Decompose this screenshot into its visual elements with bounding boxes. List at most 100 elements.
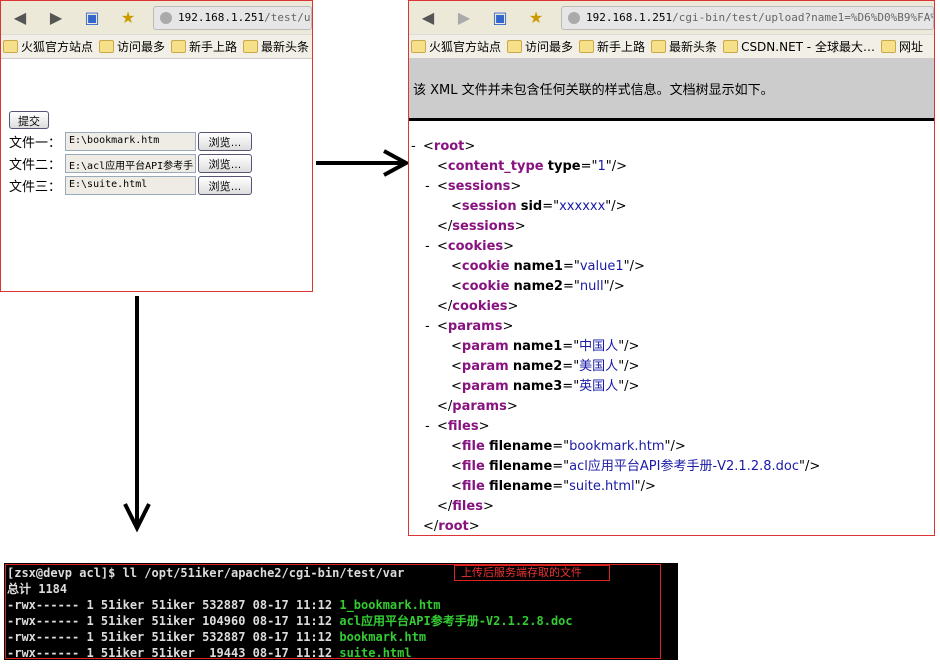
xml-result-browser: ◀ ▶ ▣ ★ 192.168.1.251/cgi-bin/test/uploa…: [408, 0, 935, 536]
xml-attr-name: filename: [488, 459, 553, 474]
bookmark-item[interactable]: 新手上路: [579, 38, 645, 55]
xml-tag: session: [461, 199, 517, 214]
xml-punct: <: [451, 259, 462, 274]
xml-line: <param name3="英国人"/>: [409, 377, 934, 397]
url-host: 192.168.1.251: [178, 11, 265, 24]
bookmark-item[interactable]: 最新头条: [243, 38, 309, 55]
file-label: 文件三：: [9, 180, 62, 195]
xml-punct: >: [510, 179, 522, 194]
xml-punct: =": [562, 279, 580, 294]
xml-punct: <: [437, 159, 448, 174]
xml-punct: <: [451, 279, 462, 294]
submit-button[interactable]: 提交: [9, 111, 49, 129]
bookmark-item[interactable]: 网址: [880, 38, 923, 55]
xml-tag: cookies: [452, 299, 508, 314]
xml-punct: <: [437, 419, 448, 434]
collapse-toggle[interactable]: -: [425, 317, 430, 337]
bookmark-item[interactable]: 火狐官方站点: [3, 38, 93, 55]
xml-attr-value: acl应用平台API参考手册-V2.1.2.8.doc: [569, 459, 799, 474]
xml-punct: <: [451, 359, 462, 374]
bookmark-label: 新手上路: [189, 40, 238, 54]
bookmark-label: 火狐官方站点: [21, 40, 94, 54]
bookmark-icon: [99, 40, 115, 53]
xml-tag: params: [447, 319, 503, 334]
arrow-right: [316, 149, 410, 177]
xml-punct: />: [611, 159, 627, 174]
xml-punct: =": [562, 379, 580, 394]
star-icon[interactable]: ★: [525, 8, 547, 27]
xml-attr-value: 1: [597, 159, 606, 174]
xml-line: - <root>: [409, 137, 934, 157]
xml-punct: =": [552, 479, 570, 494]
xml-line: <content_type type="1"/>: [409, 157, 934, 177]
xml-tag: file: [461, 479, 485, 494]
bookmark-item[interactable]: 火狐官方站点: [411, 38, 501, 55]
xml-attr-name: filename: [488, 439, 553, 454]
bookmark-label: 网址: [898, 40, 923, 54]
thunderbird-icon[interactable]: ▣: [81, 8, 103, 27]
xml-punct: <: [437, 319, 448, 334]
collapse-toggle[interactable]: -: [425, 177, 430, 197]
bookmark-icon: [723, 40, 739, 53]
xml-punct: <: [451, 339, 462, 354]
star-icon[interactable]: ★: [117, 8, 139, 27]
xml-punct: <: [451, 459, 462, 474]
browse-button[interactable]: 浏览…: [198, 132, 252, 151]
xml-punct: </: [423, 519, 439, 534]
bookmark-item[interactable]: 访问最多: [507, 38, 573, 55]
bookmark-item[interactable]: 新手上路: [171, 38, 237, 55]
xml-line: - <params>: [409, 317, 934, 337]
url-bar[interactable]: 192.168.1.251/cgi-bin/test/upload?name1=…: [561, 5, 934, 30]
xml-style-message: 该 XML 文件并未包含任何关联的样式信息。文档树显示如下。: [409, 59, 934, 121]
xml-punct: >: [502, 319, 514, 334]
xml-attr-value: value1: [579, 259, 624, 274]
file-row: 文件三： E:\suite.html 浏览…: [9, 176, 252, 195]
xml-punct: >: [468, 519, 480, 534]
nav-bar: ◀ ▶ ▣ ★ 192.168.1.251/cgi-bin/test/uploa…: [409, 1, 934, 35]
xml-tag: root: [438, 519, 469, 534]
url-path: /test/uplo: [264, 11, 311, 24]
xml-attr-name: filename: [488, 479, 553, 494]
back-icon[interactable]: ◀: [9, 8, 31, 27]
forward-icon[interactable]: ▶: [453, 8, 475, 27]
xml-attr-name: name2: [512, 359, 563, 374]
xml-attr-name: name2: [513, 279, 563, 294]
xml-tag: root: [433, 139, 465, 154]
collapse-toggle[interactable]: -: [411, 137, 416, 157]
bookmark-item[interactable]: CSDN.NET - 全球最大…: [723, 38, 875, 55]
xml-tree: - <root> <content_type type="1"/> - <session…: [409, 121, 934, 535]
url-bar[interactable]: 192.168.1.251/test/uplo: [153, 5, 312, 30]
xml-punct: />: [629, 259, 645, 274]
back-icon[interactable]: ◀: [417, 8, 439, 27]
bookmark-icon: [243, 40, 259, 53]
upload-form-browser: ◀ ▶ ▣ ★ 192.168.1.251/test/uplo 火狐官方站点 访问…: [0, 0, 313, 292]
xml-line: <session sid="xxxxxx"/>: [409, 197, 934, 217]
xml-tag: cookie: [461, 259, 510, 274]
xml-attr-value: xxxxxx: [559, 199, 606, 214]
collapse-toggle[interactable]: -: [425, 417, 430, 437]
bookmark-label: CSDN.NET - 全球最大…: [741, 40, 875, 54]
xml-punct: />: [624, 339, 640, 354]
browse-button[interactable]: 浏览…: [198, 154, 252, 173]
thunderbird-icon[interactable]: ▣: [489, 8, 511, 27]
collapse-toggle[interactable]: -: [425, 237, 430, 257]
file-label: 文件二：: [9, 158, 62, 173]
forward-icon[interactable]: ▶: [45, 8, 67, 27]
file-input[interactable]: E:\acl应用平台API参考手: [65, 154, 196, 173]
xml-tag: files: [452, 499, 483, 514]
file-input[interactable]: E:\bookmark.htm: [65, 132, 196, 151]
bookmark-item[interactable]: 最新头条: [651, 38, 717, 55]
xml-punct: <: [451, 199, 462, 214]
xml-punct: />: [624, 359, 640, 374]
bookmark-item[interactable]: 访问最多: [99, 38, 165, 55]
browse-button[interactable]: 浏览…: [198, 176, 252, 195]
xml-line: <cookie name1="value1"/>: [409, 257, 934, 277]
url-host: 192.168.1.251: [586, 11, 673, 24]
xml-attr-name: name1: [512, 339, 563, 354]
file-input[interactable]: E:\suite.html: [65, 176, 196, 195]
xml-punct: </: [437, 399, 453, 414]
bookmark-icon: [579, 40, 595, 53]
xml-punct: >: [506, 399, 518, 414]
xml-tag: param: [461, 359, 509, 374]
xml-punct: <: [437, 239, 448, 254]
